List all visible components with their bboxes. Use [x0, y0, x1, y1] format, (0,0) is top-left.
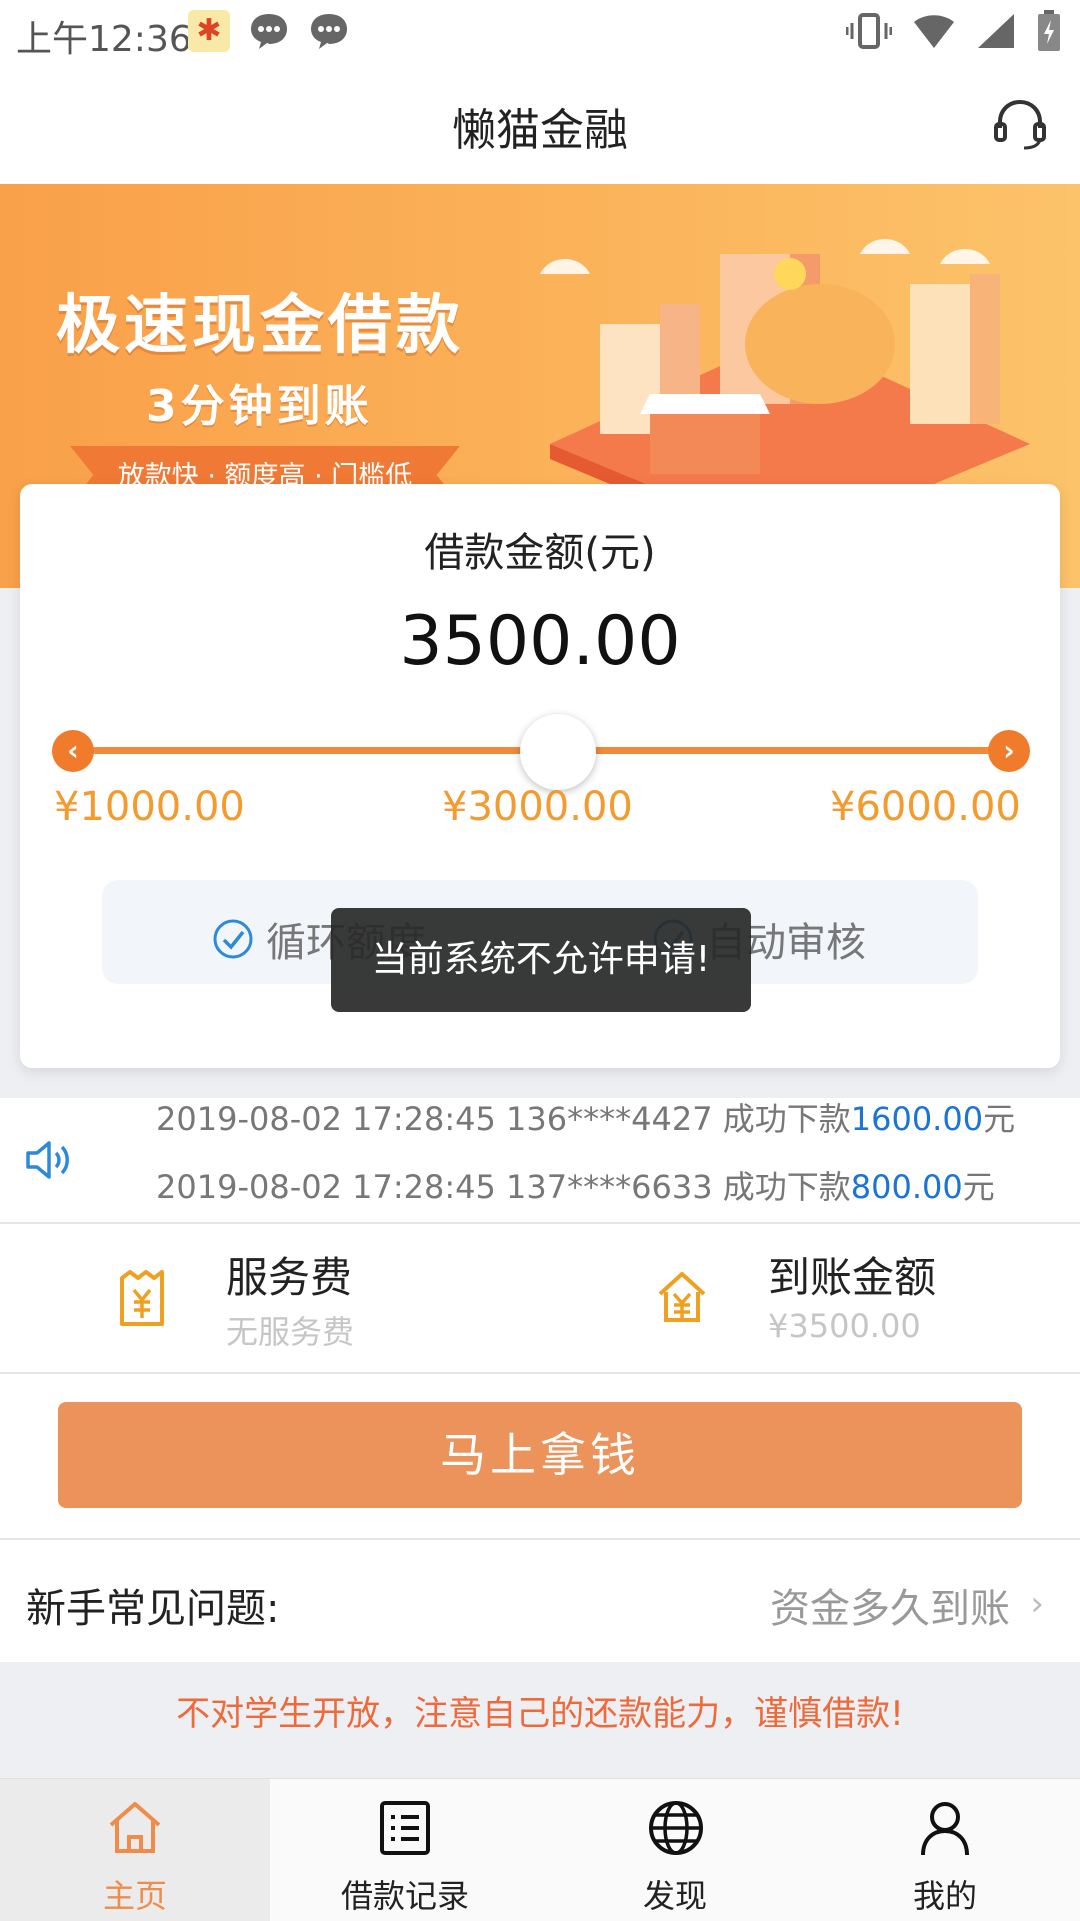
service-fee-value: 无服务费 — [226, 1313, 355, 1351]
app-header: 懒猫金融 — [0, 64, 1080, 184]
status-bar: 上午12:36 ✱ — [0, 0, 1080, 64]
tab-label: 发现 — [642, 1877, 707, 1915]
loan-ticker: 2019-08-02 17:28:45 136****4427 成功下款1600… — [0, 1098, 1080, 1224]
tab-label: 主页 — [102, 1877, 167, 1915]
ticker-amount: 1600.00 — [850, 1100, 984, 1138]
chevron-right-icon: › — [1030, 1584, 1044, 1624]
globe-icon — [649, 1801, 703, 1855]
loan-amount-label: 借款金额(元) — [424, 530, 656, 576]
loan-card: 借款金额(元) 3500.00 ‹ › ¥1000.00 ¥3000.00 ¥6… — [20, 484, 1060, 1068]
slider-decrease-icon[interactable]: ‹ — [52, 730, 94, 772]
slider-mid-label: ¥3000.00 — [442, 784, 633, 830]
slider-increase-icon[interactable]: › — [988, 730, 1030, 772]
ticker-unit: 元 — [983, 1100, 1016, 1138]
message-icon — [251, 14, 287, 49]
arrival-amount-title: 到账金额 — [768, 1253, 937, 1302]
message-icon — [311, 14, 347, 49]
toast-message: 当前系统不允许申请! — [331, 908, 751, 1012]
bottom-tab-bar: 主页 借款记录 发现 我的 — [0, 1778, 1080, 1921]
tab-loan-records[interactable]: 借款记录 — [270, 1779, 540, 1921]
ticker-amount: 800.00 — [850, 1168, 963, 1206]
service-fee-title: 服务费 — [226, 1253, 353, 1302]
tab-discover[interactable]: 发现 — [540, 1779, 810, 1921]
ticker-text: 2019-08-02 17:28:45 136****4427 成功下款 — [156, 1100, 851, 1138]
risk-warning: 不对学生开放，注意自己的还款能力，谨慎借款! — [176, 1694, 904, 1734]
faq-row[interactable]: 新手常见问题: 资金多久到账 › — [0, 1540, 1080, 1662]
service-fee: 服务费 无服务费 — [226, 1244, 354, 1353]
status-time: 上午12:36 — [16, 19, 192, 60]
ticker-text: 2019-08-02 17:28:45 137****6633 成功下款 — [156, 1168, 851, 1206]
amount-slider-thumb[interactable] — [520, 714, 596, 790]
fee-bill-icon — [120, 1270, 164, 1326]
headset-icon[interactable] — [990, 94, 1050, 154]
slider-max-label: ¥6000.00 — [830, 784, 1021, 830]
tab-home[interactable]: 主页 — [0, 1779, 270, 1921]
signal-icon — [978, 14, 1014, 48]
wifi-icon — [914, 15, 954, 48]
slider-min-label: ¥1000.00 — [54, 784, 245, 830]
speaker-icon — [26, 1141, 69, 1179]
banner-headline: 极速现金借款 — [56, 289, 464, 363]
tab-label: 借款记录 — [340, 1877, 469, 1915]
user-icon — [921, 1802, 969, 1856]
check-circle-icon — [213, 919, 253, 959]
get-money-button[interactable]: 马上拿钱 — [58, 1402, 1022, 1508]
home-icon — [109, 1802, 161, 1853]
ticker-line: 2019-08-02 17:28:45 137****6633 成功下款800.… — [156, 1162, 995, 1208]
loan-amount-value: 3500.00 — [399, 602, 681, 681]
faq-link[interactable]: 资金多久到账 — [770, 1576, 1010, 1634]
arrival-amount-value: ¥3500.00 — [768, 1307, 921, 1345]
faq-label: 新手常见问题: — [26, 1586, 280, 1632]
battery-icon — [1038, 10, 1060, 51]
app-notification-icon: ✱ — [188, 10, 230, 52]
ticker-unit: 元 — [962, 1168, 995, 1206]
arrival-amount: 到账金额 ¥3500.00 — [768, 1244, 936, 1345]
banner-subheadline: 3分钟到账 — [146, 381, 373, 432]
page-title: 懒猫金融 — [452, 105, 628, 156]
list-icon — [380, 1801, 430, 1855]
tab-profile[interactable]: 我的 — [810, 1779, 1080, 1921]
tab-label: 我的 — [912, 1877, 977, 1915]
ticker-line: 2019-08-02 17:28:45 136****4427 成功下款1600… — [156, 1098, 1015, 1140]
fee-summary: 服务费 无服务费 到账金额 ¥3500.00 — [0, 1224, 1080, 1374]
vibrate-icon — [846, 13, 892, 49]
cta-area: 马上拿钱 — [0, 1374, 1080, 1540]
bank-yuan-icon — [658, 1272, 706, 1322]
